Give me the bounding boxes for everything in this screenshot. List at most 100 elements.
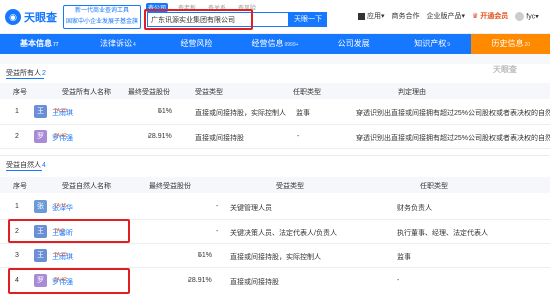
tab-count: 9	[447, 42, 451, 48]
tab-label: 法律诉讼	[99, 39, 132, 48]
tab-count: 20	[524, 42, 531, 48]
col-index: 序号	[13, 89, 27, 96]
reason: 穿透识别出直接或间接拥有超过25%公司股权或者表决权的自然人	[356, 110, 550, 117]
search-button[interactable]: 天眼一下	[289, 12, 327, 27]
col-name: 受益自然人名称	[62, 183, 111, 190]
col-index: 序号	[13, 183, 27, 190]
table-row: 1 张 张泽华 TA 15 - 关键管理人员 财务负责人	[0, 195, 550, 220]
enterprise-menu[interactable]: 企业版产品▾	[427, 11, 466, 21]
tab-history[interactable]: 历史信息20	[471, 34, 550, 54]
row-index: 1	[15, 108, 19, 115]
benefit-type: 直接或间接持股	[195, 135, 244, 142]
role-type: 财务负责人	[397, 205, 432, 212]
table-row: 2 罗 罗伟强 TA 42 28.91% ▸ 直接或间接持股 - 穿透识别出直接或…	[0, 125, 550, 149]
col-name: 受益所有人名称	[62, 89, 111, 96]
tab-count: 9999+	[284, 42, 299, 48]
highlight-box-row-2	[8, 219, 130, 243]
share-text: 28.91%	[148, 133, 172, 140]
main-tabs: 基本信息77 法律诉讼4 经营风险 经营信息9999+ 公司发展 知识产权9 历…	[0, 34, 550, 54]
col-role: 任职类型	[420, 183, 448, 190]
table-row: 3 王 王雨琪 TA 20 51% ▸ 直接或间接持股，实际控制人 监事	[0, 244, 550, 268]
vip-crown-icon: ♛	[472, 13, 479, 20]
person-avatar: 张	[34, 200, 47, 213]
col-type: 受益类型	[195, 89, 223, 96]
role-type: 执行董事、经理、法定代表人	[397, 230, 488, 237]
table-header: 序号 受益所有人名称 最终受益股份 受益类型 任职类型 判定理由	[0, 83, 550, 99]
person-avatar: 王	[34, 249, 47, 262]
benefit-type: 关键决策人员、法定代表人/负责人	[230, 230, 337, 237]
divider	[0, 155, 550, 156]
tab-risk[interactable]: 经营风险	[157, 34, 236, 54]
section-title-text: 受益所有人	[6, 70, 41, 77]
role-type: -	[397, 277, 400, 284]
slogan-badge: 新一代商业查询工具 国家中小企业发展子基金旗下机构	[63, 5, 141, 29]
role-type: 监事	[397, 254, 411, 261]
vip-label: 开通会员	[480, 13, 509, 20]
user-menu[interactable]: fyc▾	[515, 11, 539, 21]
benefit-type: 直接或间接持股，实际控制人	[230, 254, 321, 261]
share-value: -	[216, 203, 219, 210]
business-link[interactable]: 商务合作	[392, 11, 420, 21]
table-row: 1 王 王雨琪 TA 20 51% ▸ 直接或间接持股，实际控制人 监事 穿透识别…	[0, 100, 550, 125]
tab-label: 公司发展	[337, 39, 370, 48]
section-title-beneficial-persons: 受益自然人4	[6, 160, 46, 170]
highlight-box-row-4	[8, 268, 130, 294]
col-share: 最终受益股份	[149, 183, 191, 190]
slogan-line-2: 国家中小企业发展子基金旗下机构	[65, 19, 138, 25]
share-value: -	[216, 228, 219, 235]
ta-badge: TA 20	[54, 252, 67, 258]
table-header: 序号 受益自然人名称 最终受益股份 受益类型 任职类型	[0, 177, 550, 193]
logo-mark-icon: ◉	[5, 9, 21, 25]
col-share: 最终受益股份	[128, 89, 170, 96]
tab-label: 历史信息	[491, 39, 524, 48]
app-menu[interactable]: 应用 ▾	[358, 11, 385, 21]
top-bar: ◉ 天眼查 新一代商业查询工具 国家中小企业发展子基金旗下机构 查公司 查老板 …	[0, 0, 550, 34]
sub-bar	[0, 54, 550, 64]
ta-badge: TA 20	[54, 108, 67, 114]
col-role: 任职类型	[293, 89, 321, 96]
tab-label: 基本信息	[20, 39, 52, 48]
ta-badge: TA 15	[54, 203, 67, 209]
enterprise-label: 企业版产品	[426, 13, 462, 20]
col-reason: 判定理由	[398, 89, 426, 96]
tab-label: 经营信息	[251, 39, 284, 48]
section-count: 2	[42, 70, 46, 77]
tab-count: 4	[132, 42, 136, 48]
logo[interactable]: ◉ 天眼查	[5, 7, 63, 27]
tab-development[interactable]: 公司发展	[314, 34, 393, 54]
user-name: fyc	[526, 12, 536, 20]
share-arrow-icon[interactable]: ▸	[198, 252, 201, 259]
top-right-nav: 应用 ▾ 商务合作 企业版产品▾ ♛ 开通会员 fyc▾	[358, 11, 546, 21]
section-underline	[6, 170, 42, 171]
share-arrow-icon[interactable]: ▸	[148, 133, 151, 140]
watermark-logo: 天眼查	[493, 65, 517, 74]
section-title-beneficial-owners: 受益所有人2	[6, 68, 46, 78]
tab-operation[interactable]: 经营信息9999+	[236, 34, 315, 54]
tab-basic-info[interactable]: 基本信息77	[0, 34, 79, 54]
benefit-type: 直接或间接持股，实际控制人	[195, 110, 286, 117]
share-text: 28.91%	[188, 277, 212, 284]
logo-text: 天眼查	[24, 12, 57, 24]
col-type: 受益类型	[276, 183, 304, 190]
slogan-line-1: 新一代商业查询工具	[74, 8, 129, 14]
app-menu-label: 应用	[367, 13, 381, 20]
user-avatar	[515, 11, 525, 21]
ta-badge: TA 42	[54, 133, 67, 139]
row-index: 2	[15, 133, 19, 140]
tab-ip[interactable]: 知识产权9	[393, 34, 472, 54]
share-arrow-icon[interactable]: ▸	[158, 108, 161, 115]
section-underline	[6, 78, 44, 79]
tab-count: 77	[53, 42, 59, 48]
tab-legal[interactable]: 法律诉讼4	[79, 34, 158, 54]
row-index: 1	[15, 203, 19, 210]
app-grid-icon	[358, 12, 365, 20]
vip-button[interactable]: ♛ 开通会员	[472, 11, 508, 21]
row-index: 3	[15, 252, 19, 259]
role-type: -	[297, 133, 300, 140]
share-arrow-icon[interactable]: ▸	[188, 277, 191, 284]
role-type: 监事	[296, 110, 310, 117]
tab-label: 知识产权	[414, 39, 447, 48]
benefit-type: 关键管理人员	[230, 205, 272, 212]
tab-label: 经营风险	[180, 39, 213, 48]
search-highlight-box	[144, 9, 253, 30]
